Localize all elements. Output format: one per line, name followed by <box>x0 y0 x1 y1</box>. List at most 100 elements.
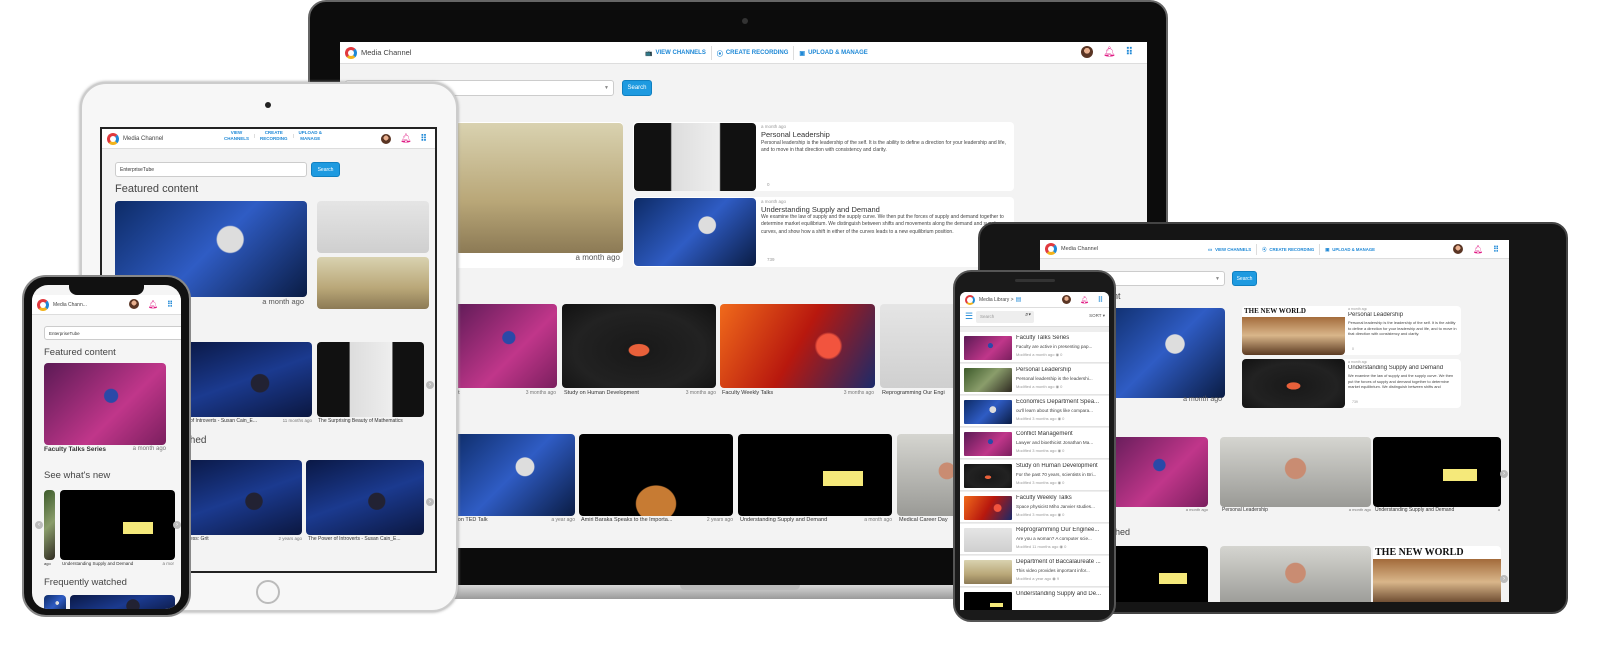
bell-icon[interactable]: 🔔︎ <box>1103 47 1116 58</box>
video-thumbnail[interactable] <box>1220 546 1371 602</box>
video-thumbnail[interactable] <box>70 595 175 609</box>
video-thumbnail[interactable] <box>579 434 733 516</box>
video-thumbnail[interactable] <box>634 123 756 191</box>
bell-icon[interactable]: 🔔︎ <box>1473 245 1483 254</box>
carousel-next-arrow[interactable]: › <box>173 521 181 529</box>
video-title[interactable]: Understanding Supply and Demand <box>1375 507 1454 513</box>
video-thumbnail[interactable] <box>964 496 1012 520</box>
video-thumbnail[interactable] <box>562 304 716 388</box>
search-icon[interactable]: ⌕▾ <box>1025 312 1031 319</box>
item-title[interactable]: Personal Leadership <box>1016 367 1107 373</box>
list-item[interactable]: Economics Department Spea... ou'll learn … <box>960 396 1109 427</box>
video-title[interactable]: Reprogramming Our Engi <box>882 390 945 396</box>
card-title[interactable]: Personal Leadership <box>761 130 830 139</box>
video-thumbnail[interactable] <box>182 460 302 535</box>
video-title[interactable]: The Power of Introverts - Susan Cain_E..… <box>308 536 423 542</box>
video-thumbnail[interactable] <box>317 342 424 417</box>
nav-view-channels[interactable]: 📺 VIEW CHANNELS <box>645 50 706 57</box>
video-thumbnail[interactable] <box>1242 359 1345 408</box>
video-thumbnail[interactable] <box>1220 437 1371 507</box>
avatar[interactable] <box>1452 244 1463 254</box>
search-input[interactable]: Search ⌕▾ <box>976 311 1034 323</box>
carousel-next-arrow[interactable]: › <box>1500 470 1508 478</box>
video-thumbnail[interactable] <box>1373 437 1501 507</box>
video-thumbnail[interactable] <box>964 432 1012 456</box>
item-title[interactable]: Understanding Supply and De... <box>1016 591 1107 597</box>
apps-grid-icon[interactable]: ⠿ <box>167 300 173 309</box>
apps-grid-icon[interactable]: ⠿ <box>420 133 427 144</box>
bell-icon[interactable]: 🔔︎ <box>148 300 158 309</box>
item-title[interactable]: Conflict Management <box>1016 431 1107 437</box>
list-item[interactable]: Faculty Weekly Talks Space physicist Miho… <box>960 492 1109 523</box>
video-thumbnail[interactable]: THE NEW WORLD <box>1373 546 1501 602</box>
video-title[interactable]: Medical Career Day <box>899 517 948 523</box>
video-thumbnail[interactable] <box>317 201 429 253</box>
featured-thumbnail[interactable] <box>44 363 166 445</box>
item-title[interactable]: Study on Human Development <box>1016 463 1107 469</box>
apps-grid-icon[interactable]: ⠿ <box>1126 47 1133 58</box>
video-thumbnail[interactable] <box>634 198 756 266</box>
card-title[interactable]: Understanding Supply and Demand <box>1348 365 1443 371</box>
nav-create-recording[interactable]: ⦿ CREATE RECORDING <box>717 49 789 58</box>
nav-upload-manage[interactable]: UPLOAD & MANAGE <box>299 130 323 142</box>
video-title[interactable]: Understanding Supply and Demand <box>740 517 827 523</box>
avatar[interactable] <box>1061 295 1071 304</box>
featured-thumbnail[interactable] <box>1100 308 1225 398</box>
card-title[interactable]: Personal Leadership <box>1348 312 1403 318</box>
video-thumbnail[interactable]: THE NEW WORLD <box>1242 306 1345 355</box>
item-title[interactable]: Reprogramming Our Enginee... <box>1016 527 1107 533</box>
apps-grid-icon[interactable]: ⠿ <box>1098 296 1103 304</box>
video-title[interactable]: ess: Grit <box>190 536 209 542</box>
channel-select[interactable]: EnterpriseTube <box>44 326 181 340</box>
nav-create-recording[interactable]: ⦿ CREATE RECORDING <box>1262 247 1314 253</box>
video-thumbnail[interactable] <box>964 592 1012 610</box>
video-title[interactable]: Personal Leadership <box>1222 507 1268 513</box>
carousel-next-arrow[interactable]: › <box>426 381 434 389</box>
featured-thumbnail[interactable] <box>455 123 623 253</box>
list-item[interactable]: Understanding Supply and De... <box>960 588 1109 610</box>
video-thumbnail[interactable] <box>306 460 424 535</box>
video-thumbnail[interactable] <box>964 560 1012 584</box>
list-item[interactable]: Department of Baccalaureate ... This vide… <box>960 556 1109 587</box>
video-thumbnail[interactable] <box>1100 546 1208 602</box>
card-title[interactable]: Understanding Supply and Demand <box>761 205 880 214</box>
search-button[interactable]: Search <box>622 80 652 96</box>
video-thumbnail[interactable] <box>720 304 875 388</box>
nav-view-channels[interactable]: ▭ VIEW CHANNELS <box>1208 247 1251 253</box>
item-title[interactable]: Faculty Weekly Talks <box>1016 495 1107 501</box>
avatar[interactable] <box>128 299 139 309</box>
breadcrumb[interactable]: Media Library > <box>979 297 1014 303</box>
video-title[interactable]: of Introverts - Susan Cain_E... <box>190 418 257 424</box>
video-thumbnail[interactable] <box>738 434 892 516</box>
avatar[interactable] <box>380 133 391 144</box>
list-item[interactable]: Conflict Management Lawyer and bioethicis… <box>960 428 1109 459</box>
video-thumbnail[interactable] <box>1100 437 1208 507</box>
video-thumbnail[interactable] <box>964 400 1012 424</box>
nav-view-channels[interactable]: VIEW CHANNELS <box>224 130 249 142</box>
video-thumbnail[interactable] <box>44 595 66 609</box>
video-thumbnail[interactable] <box>450 304 557 388</box>
apps-grid-icon[interactable]: ⠿ <box>1493 245 1499 254</box>
video-title[interactable]: The Surprising Beauty of Mathematics <box>318 418 426 424</box>
video-title[interactable]: Faculty Weekly Talks <box>722 390 773 396</box>
video-thumbnail[interactable] <box>964 464 1012 488</box>
item-title[interactable]: Faculty Talks Series <box>1016 335 1107 341</box>
avatar[interactable] <box>1080 46 1093 58</box>
item-title[interactable]: Economics Department Spea... <box>1016 399 1107 405</box>
video-thumbnail[interactable] <box>44 490 55 560</box>
bell-icon[interactable]: 🔔︎ <box>400 133 411 144</box>
list-item[interactable]: Faculty Talks Series Faculty are active i… <box>960 332 1109 363</box>
video-thumbnail[interactable] <box>964 336 1012 360</box>
video-title[interactable]: Understanding Supply and Demand <box>62 561 133 566</box>
video-thumbnail[interactable] <box>964 528 1012 552</box>
video-thumbnail[interactable] <box>182 342 312 417</box>
item-title[interactable]: Department of Baccalaureate ... <box>1016 559 1107 565</box>
bell-icon[interactable]: 🔔︎ <box>1080 296 1089 304</box>
carousel-next-arrow[interactable]: › <box>1500 575 1508 583</box>
carousel-next-arrow[interactable]: › <box>426 498 434 506</box>
search-button[interactable]: Search <box>311 162 340 177</box>
nav-upload-manage[interactable]: ▣ UPLOAD & MANAGE <box>799 50 867 57</box>
channel-select[interactable]: EnterpriseTube <box>115 162 307 177</box>
featured-title[interactable]: Faculty Talks Series <box>44 446 106 453</box>
nav-upload-manage[interactable]: ▣ UPLOAD & MANAGE <box>1325 247 1375 253</box>
